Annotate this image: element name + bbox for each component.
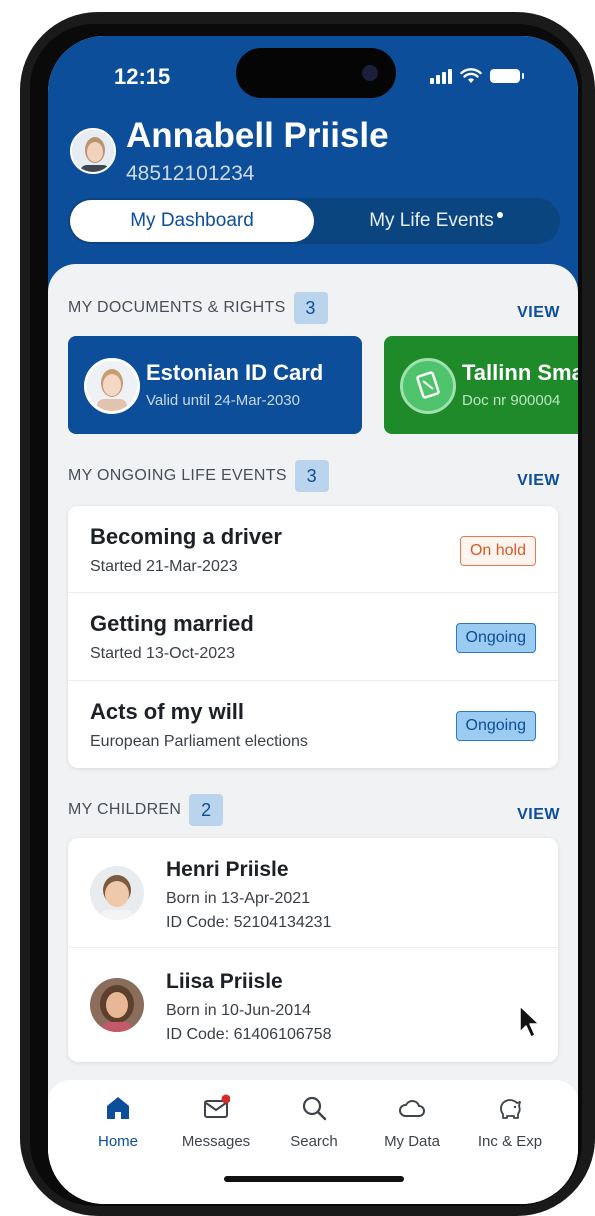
home-indicator — [224, 1176, 404, 1182]
child-row[interactable]: Liisa Priisle Born in 10-Jun-2014 ID Cod… — [68, 950, 558, 1060]
battery-icon — [490, 69, 524, 83]
event-title: Becoming a driver — [90, 524, 282, 549]
children-count-badge: 2 — [189, 794, 224, 826]
nav-label: Search — [290, 1133, 338, 1150]
child-id-code: ID Code: 52104134231 — [166, 914, 332, 931]
home-icon — [107, 1097, 129, 1119]
status-badge: Ongoing — [455, 623, 536, 653]
tab-my-dashboard[interactable]: My Dashboard — [70, 200, 314, 242]
cloud-icon — [399, 1100, 425, 1117]
wifi-icon — [460, 68, 482, 83]
doc-card-tallinn[interactable]: Tallinn Sma Doc nr 900004 — [384, 336, 578, 434]
messages-icon — [204, 1094, 231, 1118]
tab-my-life-events[interactable]: My Life Events — [314, 200, 558, 242]
children-card: Henri Priisle Born in 13-Apr-2021 ID Cod… — [68, 838, 558, 1062]
status-icons — [430, 66, 524, 86]
life-event-row[interactable]: Getting married Started 13-Oct-2023 Ongo… — [68, 592, 558, 680]
dynamic-island — [236, 48, 396, 98]
event-subtitle: European Parliament elections — [90, 733, 308, 750]
life-event-row[interactable]: Acts of my will European Parliament elec… — [68, 680, 558, 768]
status-badge: Ongoing — [455, 711, 536, 741]
child-avatar — [90, 978, 144, 1032]
doc-subtitle: Valid until 24-Mar-2030 — [146, 392, 300, 409]
piggy-bank-icon — [500, 1099, 521, 1119]
event-subtitle: Started 21-Mar-2023 — [90, 558, 238, 575]
nav-item-home[interactable]: Home — [68, 1094, 168, 1150]
notification-dot — [221, 1094, 231, 1104]
nav-label: My Data — [384, 1133, 440, 1150]
status-time: 12:15 — [114, 64, 171, 89]
nav-label: Inc & Exp — [477, 1133, 543, 1150]
front-camera — [362, 65, 378, 81]
life-event-row[interactable]: Becoming a driver Started 21-Mar-2023 On… — [68, 506, 558, 594]
app-screen: 12:15 Annabell Priisle 48512101234 My Da… — [48, 36, 578, 1204]
user-id-number: 48512101234 — [126, 162, 255, 185]
event-subtitle: Started 13-Oct-2023 — [90, 645, 235, 662]
life-events-card: Becoming a driver Started 21-Mar-2023 On… — [68, 506, 558, 768]
section-label: MY DOCUMENTS & RIGHTS — [68, 299, 286, 316]
children-view-link[interactable]: VIEW — [517, 806, 560, 824]
mouse-pointer-icon — [519, 1005, 540, 1038]
bottom-navigation: Home Messages Search My Data Inc & Exp — [48, 1080, 578, 1204]
nav-label: Home — [97, 1133, 138, 1150]
event-title: Getting married — [90, 611, 254, 636]
cellular-signal-icon — [430, 68, 452, 84]
documents-view-link[interactable]: VIEW — [517, 304, 560, 322]
life-events-view-link[interactable]: VIEW — [517, 472, 560, 490]
doc-photo — [84, 358, 140, 414]
status-bar: 12:15 — [48, 36, 578, 106]
smart-card-icon — [400, 358, 456, 414]
child-name: Liisa Priisle — [166, 970, 283, 993]
avatar[interactable] — [70, 128, 116, 174]
nav-label: Messages — [181, 1133, 251, 1150]
life-events-section-title: MY ONGOING LIFE EVENTS 3 — [68, 460, 329, 492]
nav-item-my-data[interactable]: My Data — [362, 1094, 462, 1150]
documents-section-title: MY DOCUMENTS & RIGHTS 3 — [68, 292, 328, 324]
status-badge: On hold — [459, 536, 536, 566]
child-row[interactable]: Henri Priisle Born in 13-Apr-2021 ID Cod… — [68, 838, 558, 948]
child-name: Henri Priisle — [166, 858, 289, 881]
doc-card-estonian-id[interactable]: Estonian ID Card Valid until 24-Mar-2030 — [68, 336, 362, 434]
user-name: Annabell Priisle — [126, 116, 389, 155]
nav-item-messages[interactable]: Messages — [166, 1094, 266, 1150]
child-id-code: ID Code: 61406106758 — [166, 1026, 332, 1043]
nav-item-inc-exp[interactable]: Inc & Exp — [460, 1094, 560, 1150]
new-indicator-dot — [496, 212, 503, 218]
nav-item-search[interactable]: Search — [264, 1094, 364, 1150]
child-birth-date: Born in 13-Apr-2021 — [166, 890, 311, 907]
child-birth-date: Born in 10-Jun-2014 — [166, 1002, 311, 1019]
documents-count-badge: 3 — [293, 292, 328, 324]
tab-label: My Life Events — [369, 210, 494, 231]
doc-title: Tallinn Sma — [462, 360, 578, 385]
event-title: Acts of my will — [90, 699, 245, 724]
search-icon — [302, 1096, 327, 1121]
section-label: MY ONGOING LIFE EVENTS — [68, 467, 287, 484]
doc-title: Estonian ID Card — [146, 360, 324, 385]
section-label: MY CHILDREN — [68, 801, 182, 818]
life-events-count-badge: 3 — [294, 460, 329, 492]
children-section-title: MY CHILDREN 2 — [68, 794, 224, 826]
doc-subtitle: Doc nr 900004 — [462, 392, 561, 409]
child-avatar — [90, 866, 144, 920]
dashboard-tabs: My Dashboard My Life Events — [68, 198, 560, 244]
